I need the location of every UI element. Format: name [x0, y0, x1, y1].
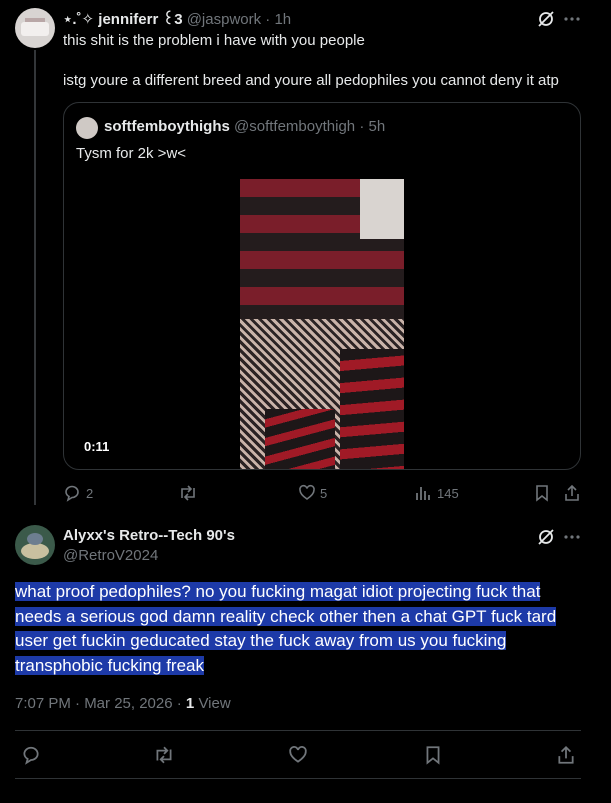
quoted-tweet-card[interactable]: softfemboythighs @softfemboythigh · 5h T…	[63, 102, 581, 470]
views-label: View	[198, 695, 231, 712]
author-name[interactable]: ⋆.˚✧ jenniferr ꒰3	[63, 11, 183, 28]
author-name[interactable]: Alyxx's Retro--Tech 90's	[63, 527, 235, 544]
views-count: 145	[437, 486, 459, 501]
retweet-icon[interactable]	[178, 484, 198, 502]
video-thumbnail[interactable]	[240, 179, 404, 469]
tweet-timestamp[interactable]: 7:07 PM · Mar 25, 2026 ·	[15, 695, 182, 712]
bookmark-icon[interactable]	[534, 484, 550, 502]
reply-text-line: needs a serious god damn reality check o…	[15, 606, 557, 626]
more-icon[interactable]	[563, 10, 581, 28]
avatar[interactable]	[15, 8, 55, 48]
avatar[interactable]	[15, 525, 55, 565]
grok-icon[interactable]	[537, 10, 555, 28]
tweet-time[interactable]: · 1h	[265, 11, 291, 28]
tweet-text: this shit is the problem i have with you…	[63, 31, 593, 91]
quoted-tweet-time: · 5h	[359, 118, 386, 135]
divider	[15, 730, 581, 731]
more-icon[interactable]	[563, 528, 581, 546]
views-icon[interactable]	[414, 484, 432, 502]
divider	[15, 778, 581, 779]
reply-count: 2	[86, 486, 94, 501]
reply-text-line: transphobic fucking freak	[15, 655, 204, 675]
like-icon[interactable]	[288, 745, 308, 765]
grok-icon[interactable]	[537, 528, 555, 546]
tweet-text-line: this shit is the problem i have with you…	[63, 32, 365, 49]
quoted-tweet-text: Tysm for 2k >w<	[76, 145, 187, 162]
bookmark-icon[interactable]	[424, 745, 442, 765]
author-handle[interactable]: @jaspwork	[187, 11, 261, 28]
reply-text-line: user get fuckin geducated stay the fuck …	[15, 631, 507, 650]
reply-text: what proof pedophiles? no you fucking ma…	[15, 580, 595, 678]
quoted-author-handle: @softfemboythigh	[234, 118, 356, 135]
video-duration: 0:11	[84, 439, 110, 454]
share-icon[interactable]	[556, 745, 576, 765]
like-icon[interactable]	[298, 484, 316, 502]
author-handle[interactable]: @RetroV2024	[63, 547, 158, 564]
reply-text-line: what proof pedophiles? no you fucking ma…	[15, 582, 541, 601]
share-icon[interactable]	[563, 484, 581, 502]
reply-icon[interactable]	[63, 484, 81, 502]
retweet-icon[interactable]	[153, 745, 175, 765]
tweet-meta: 7:07 PM · Mar 25, 2026 · 1 View	[15, 695, 231, 712]
views-count: 1	[185, 695, 195, 712]
quoted-author-name: softfemboythighs	[104, 118, 230, 135]
tweet-text-line: istg youre a different breed and youre a…	[63, 72, 559, 89]
reply-icon[interactable]	[21, 745, 41, 765]
like-count: 5	[320, 486, 328, 501]
thread-line	[34, 50, 36, 505]
quoted-avatar	[76, 117, 98, 139]
